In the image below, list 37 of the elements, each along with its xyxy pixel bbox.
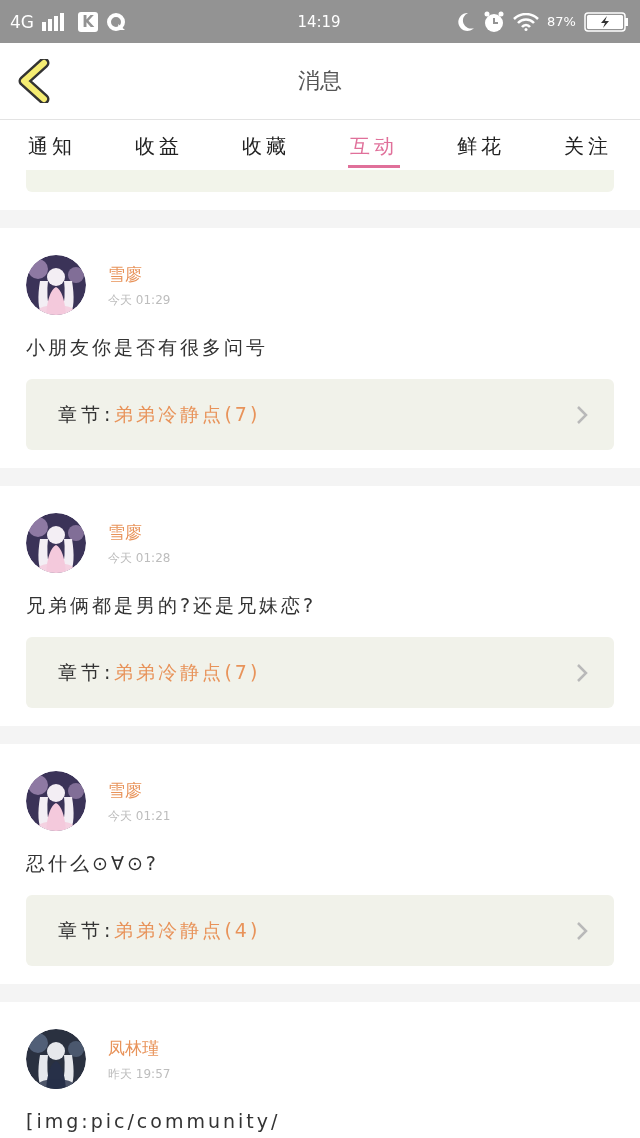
chevron-right-icon (576, 920, 588, 941)
tab[interactable]: 收益 (133, 120, 186, 168)
comment-time: 昨天 19:57 (108, 1066, 171, 1083)
chapter-link[interactable]: 章节:弟弟冷静点(4) (26, 895, 614, 966)
chapter-link[interactable]: 章节:弟弟冷静点(7) (26, 637, 614, 708)
comment-text: 忍什么⊙∀⊙? (26, 851, 160, 875)
chapter-title: 弟弟冷静点(7) (114, 659, 261, 685)
chapter-title: 弟弟冷静点(7) (114, 401, 261, 427)
battery-charging-icon (584, 11, 628, 32)
wifi-icon (513, 12, 540, 31)
chapter-label: 章节: (58, 659, 115, 685)
alarm-clock-icon (483, 10, 506, 33)
tab[interactable]: 收藏 (240, 120, 293, 168)
comment-time: 今天 01:21 (108, 808, 171, 825)
comment-text: 兄弟俩都是男的?还是兄妹恋? (26, 593, 318, 617)
chevron-right-icon (576, 662, 588, 683)
comment-text: 小朋友你是否有很多问号 (26, 335, 269, 359)
comment-time: 今天 01:29 (108, 292, 171, 309)
network-label: 4G (10, 11, 34, 32)
chat-bubble-icon (106, 11, 126, 32)
chapter-label: 章节: (58, 917, 115, 943)
comment-text: [img:pic/community/ (26, 1109, 282, 1133)
app-icon: K (78, 11, 98, 32)
chevron-right-icon (576, 404, 588, 425)
moon-icon (457, 11, 476, 32)
signal-icon (42, 12, 64, 31)
battery-percent: 87% (547, 14, 576, 29)
tab[interactable]: 关注 (561, 120, 614, 168)
page-title: 消息 (297, 67, 343, 95)
chapter-link[interactable]: 章节:弟弟冷静点(7) (26, 379, 614, 450)
tab[interactable]: 鲜花 (454, 120, 507, 168)
chapter-title: 弟弟冷静点(4) (114, 917, 261, 943)
tab[interactable]: 通知 (26, 120, 78, 168)
back-button[interactable] (18, 59, 50, 103)
comment-time: 今天 01:28 (108, 550, 171, 567)
clock-time: 14:19 (297, 12, 341, 31)
chapter-label: 章节: (58, 401, 115, 427)
